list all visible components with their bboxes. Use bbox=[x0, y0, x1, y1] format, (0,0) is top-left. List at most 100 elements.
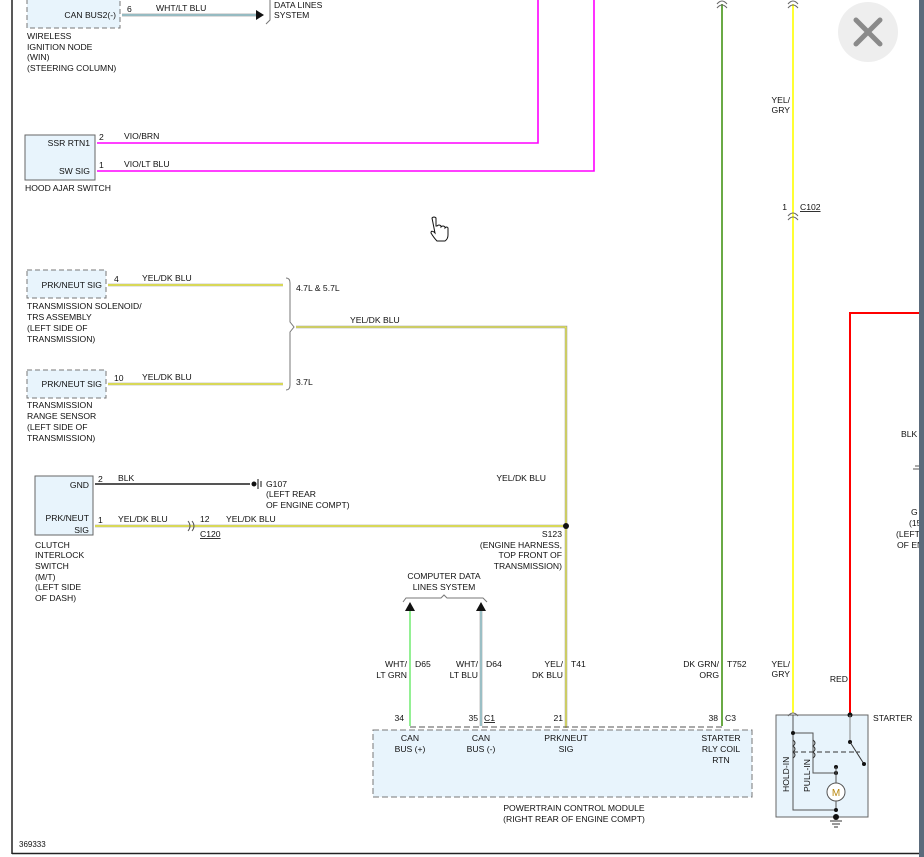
splice-label: TRANSMISSION) bbox=[494, 561, 562, 571]
arrow-icon bbox=[256, 10, 264, 20]
wire-color: YEL/ bbox=[771, 95, 790, 105]
pin-function: STARTER bbox=[701, 733, 740, 743]
component-label: INTERLOCK bbox=[35, 550, 84, 560]
pin-function: CAN bbox=[401, 733, 419, 743]
pin-number: 1 bbox=[782, 202, 787, 212]
wire-label: YEL/DK BLU bbox=[496, 473, 546, 483]
pin-number: 6 bbox=[127, 4, 132, 14]
clutch-interlock-switch: GND PRK/NEUT SIG 2 BLK G107 (LEFT REAR O… bbox=[34, 473, 566, 603]
cdl-brace bbox=[402, 594, 488, 603]
pin-number: 38 bbox=[708, 713, 718, 723]
pin-number: 35 bbox=[468, 713, 478, 723]
diagram-id: 369333 bbox=[19, 840, 46, 849]
wire-label: VIO/LT BLU bbox=[124, 159, 170, 169]
wire-red bbox=[849, 312, 919, 715]
cdl-label: COMPUTER DATA bbox=[407, 571, 480, 581]
cdl-label: LINES SYSTEM bbox=[413, 582, 476, 592]
hood-ajar-switch: SSR RTN1 SW SIG 2 1 VIO/BRN VIO/LT BLU H… bbox=[24, 0, 595, 193]
pin-name: PRK/NEUT SIG bbox=[42, 379, 103, 389]
motor-symbol: M bbox=[832, 788, 840, 799]
wire-color: LT GRN bbox=[376, 670, 407, 680]
pin-function: CAN bbox=[472, 733, 490, 743]
dest-label: DATA LINES bbox=[274, 0, 323, 10]
component-label: OF DASH) bbox=[35, 593, 76, 603]
powertrain-control-module: 34 35 C1 21 38 C3 CAN BUS (+) CAN BUS (-… bbox=[372, 713, 753, 824]
pin-name: CAN BUS2(-) bbox=[64, 10, 116, 20]
wire-color: DK GRN/ bbox=[683, 659, 719, 669]
component-label: TRS ASSEMBLY bbox=[27, 312, 92, 322]
splice-dot bbox=[563, 523, 569, 529]
circuit-id: D65 bbox=[415, 659, 431, 669]
component-label: HOOD AJAR SWITCH bbox=[25, 183, 111, 193]
connector-id: C120 bbox=[200, 529, 221, 539]
pin-name: PRK/NEUT SIG bbox=[42, 280, 103, 290]
pin-name: SW SIG bbox=[59, 166, 90, 176]
pin-name: PRK/NEUT bbox=[46, 513, 90, 523]
pin-number: 21 bbox=[553, 713, 563, 723]
pin-name: SIG bbox=[74, 525, 89, 535]
arrow-up-icon bbox=[405, 602, 415, 611]
coil-label: HOLD-IN bbox=[781, 757, 791, 792]
pin-number: 2 bbox=[99, 132, 104, 142]
wire-label: WHT/LT BLU bbox=[156, 3, 206, 13]
wiring-diagram: CAN BUS2(-) 6 WHT/LT BLU DATA LINES SYST… bbox=[11, 0, 923, 855]
wire-color: WHT/ bbox=[456, 659, 479, 669]
component-label: IGNITION NODE bbox=[27, 42, 93, 52]
component-label: WIRELESS bbox=[27, 31, 72, 41]
pin-function: SIG bbox=[559, 744, 574, 754]
ground-label: (LEFT REAR bbox=[266, 489, 316, 499]
component-label: SWITCH bbox=[35, 561, 69, 571]
transmission-solenoid-trs-assembly: PRK/NEUT SIG 4 YEL/DK BLU TRANSMISSION S… bbox=[26, 269, 340, 344]
starter-motor: M HOLD-IN PULL-IN STARTER bbox=[775, 712, 912, 828]
engine-option: 4.7L & 5.7L bbox=[296, 283, 340, 293]
close-button[interactable] bbox=[838, 2, 898, 62]
component-label: TRANSMISSION SOLENOID/ bbox=[27, 301, 142, 311]
wire-label: YEL/DK BLU bbox=[226, 514, 276, 524]
wire-color: YEL/ bbox=[544, 659, 563, 669]
pin-function: RLY COIL bbox=[702, 744, 741, 754]
pin-number: 2 bbox=[98, 474, 103, 484]
circuit-id: T41 bbox=[571, 659, 586, 669]
component-label: (STEERING COLUMN) bbox=[27, 63, 116, 73]
wire-label: YEL/DK BLU bbox=[142, 372, 192, 382]
wire-color: ORG bbox=[699, 670, 719, 680]
wire-color: GRY bbox=[772, 669, 791, 679]
component-label: (LEFT SIDE bbox=[35, 582, 81, 592]
ground-icon bbox=[830, 820, 842, 828]
wire-color: WHT/ bbox=[385, 659, 408, 669]
connector-id: C102 bbox=[800, 202, 821, 212]
component-label: (LEFT SIDE OF bbox=[27, 323, 87, 333]
pin-number: 12 bbox=[200, 514, 210, 524]
close-icon bbox=[853, 17, 883, 47]
dest-label: SYSTEM bbox=[274, 10, 309, 20]
option-brace bbox=[285, 277, 295, 391]
splice-id: S123 bbox=[542, 529, 562, 539]
component-label: RANGE SENSOR bbox=[27, 411, 96, 421]
component-label: TRANSMISSION) bbox=[27, 334, 95, 344]
component-label: (RIGHT REAR OF ENGINE COMPT) bbox=[503, 814, 645, 824]
coil-label: PULL-IN bbox=[802, 759, 812, 792]
wire-color: DK BLU bbox=[532, 670, 563, 680]
wire-yel-dk-blu bbox=[296, 326, 567, 728]
splice-label: (ENGINE HARNESS, bbox=[480, 540, 562, 550]
viewer-side-edge bbox=[919, 0, 924, 857]
circuit-id: T752 bbox=[727, 659, 747, 669]
wire-label: YEL/DK BLU bbox=[350, 315, 400, 325]
wire-label: BLK bbox=[118, 473, 135, 483]
ground-label: (LEFT bbox=[896, 529, 921, 539]
component-label: POWERTRAIN CONTROL MODULE bbox=[503, 803, 645, 813]
circuit-id: D64 bbox=[486, 659, 502, 669]
component-label: (WIN) bbox=[27, 52, 50, 62]
wire-label: VIO/BRN bbox=[124, 131, 159, 141]
pin-number: 1 bbox=[98, 515, 103, 525]
wire-color: RED bbox=[830, 674, 848, 684]
arrow-up-icon bbox=[476, 602, 486, 611]
wire-label: YEL/DK BLU bbox=[118, 514, 168, 524]
pin-function: BUS (-) bbox=[467, 744, 496, 754]
pin-name: GND bbox=[70, 480, 89, 490]
connector-id: C3 bbox=[725, 713, 736, 723]
connector-id: C1 bbox=[484, 713, 495, 723]
pin-number: 10 bbox=[114, 373, 124, 383]
ground-icon bbox=[251, 479, 262, 489]
wireless-ignition-node: CAN BUS2(-) 6 WHT/LT BLU DATA LINES SYST… bbox=[26, 0, 323, 73]
